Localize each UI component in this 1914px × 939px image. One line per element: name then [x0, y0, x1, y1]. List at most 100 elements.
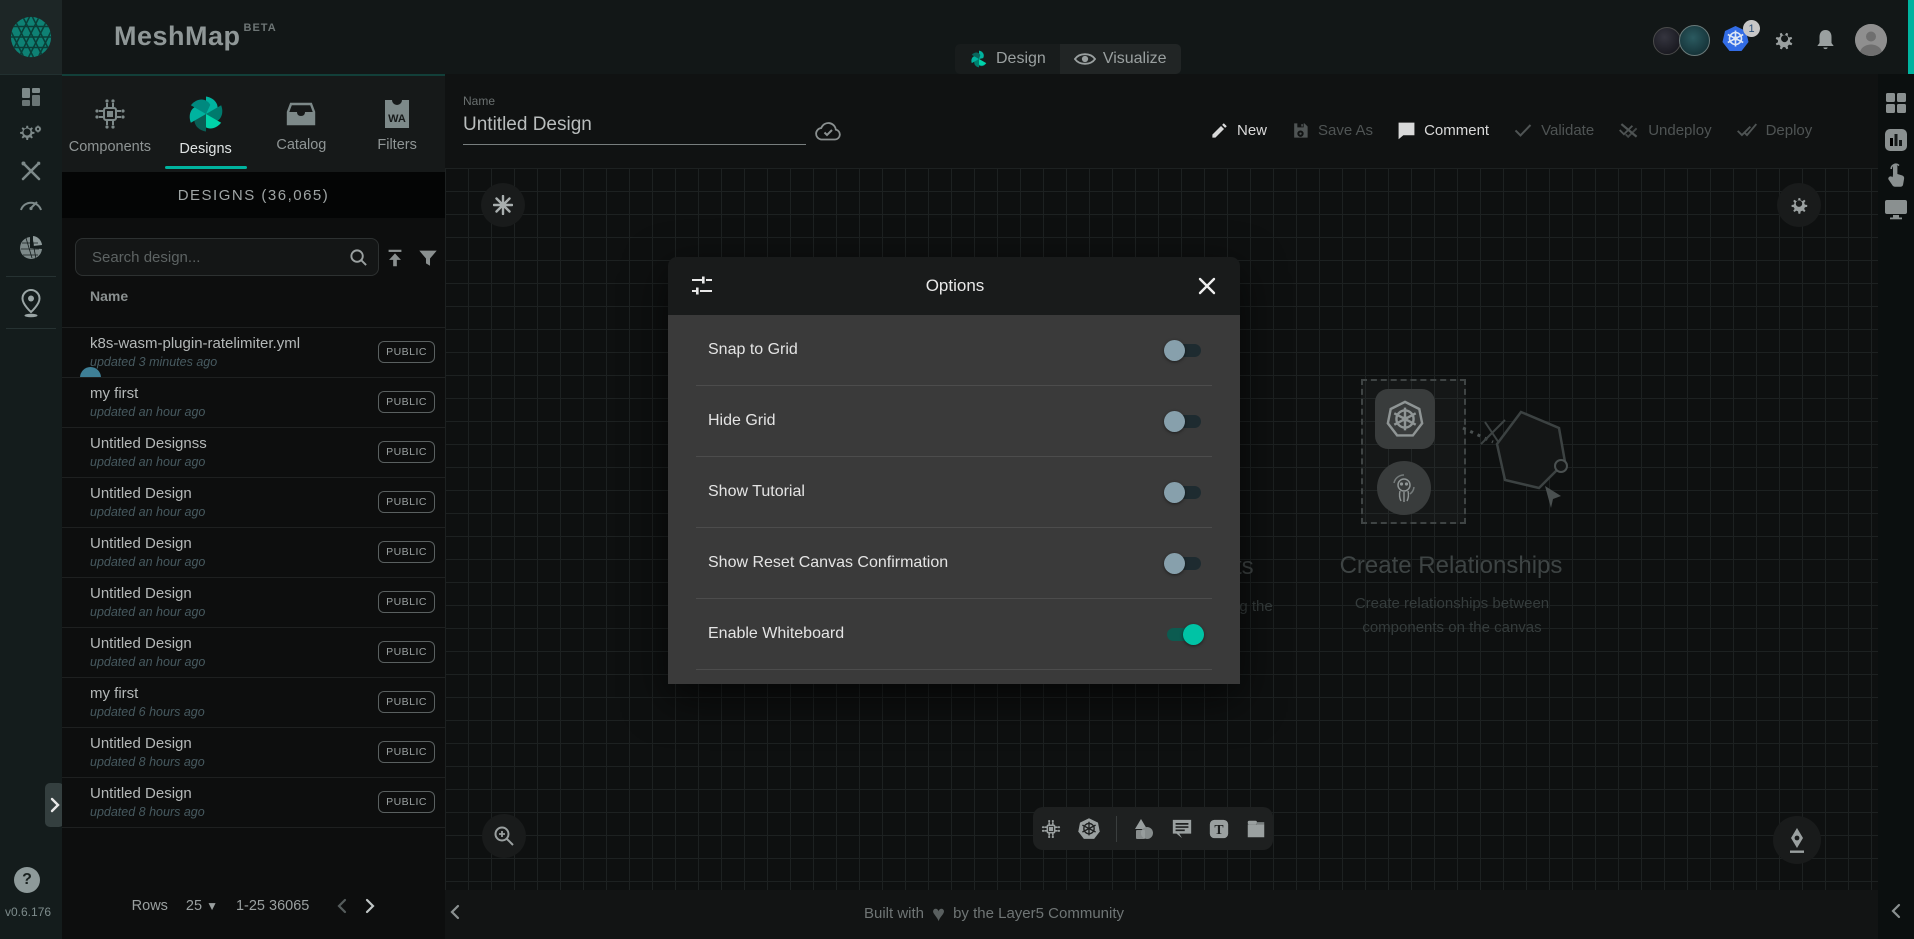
- design-row[interactable]: Untitled Design updated an hour ago PUBL…: [62, 527, 445, 577]
- panel-tabs: Components Designs: [62, 74, 445, 174]
- performance-gauge-icon[interactable]: [0, 195, 62, 213]
- toggle-hide-grid[interactable]: [1164, 411, 1204, 432]
- notifications-bell-icon[interactable]: [1815, 28, 1836, 52]
- design-row[interactable]: Untitled Designss updated an hour ago PU…: [62, 427, 445, 477]
- prev-page-button[interactable]: [337, 898, 347, 914]
- tab-design[interactable]: Design: [955, 44, 1060, 74]
- right-dock-rail: [1878, 74, 1914, 939]
- canvas-footer: Built with ♥ by the Layer5 Community: [445, 890, 1878, 939]
- search-input[interactable]: [90, 248, 349, 267]
- collaborator-avatar-1[interactable]: [1653, 27, 1681, 55]
- dock-text-tool-icon[interactable]: T: [1208, 818, 1230, 840]
- deploy-button[interactable]: Deploy: [1736, 121, 1813, 139]
- next-page-button[interactable]: [365, 898, 375, 914]
- dock-kubernetes-icon[interactable]: [1077, 817, 1101, 841]
- tab-visualize[interactable]: Visualize: [1060, 44, 1181, 74]
- meshsync-node: [1377, 461, 1431, 515]
- footer-collapse-left-icon[interactable]: [449, 903, 461, 921]
- tutorial-body: Create relationships between components …: [1302, 592, 1602, 640]
- design-row[interactable]: Untitled Design updated an hour ago PUBL…: [62, 627, 445, 677]
- tutorial-drop-zone: [1361, 379, 1466, 524]
- help-icon[interactable]: ?: [14, 867, 40, 893]
- canvas-settings-button[interactable]: [1777, 183, 1821, 227]
- option-row-snap-to-grid: Snap to Grid: [696, 315, 1212, 386]
- lifecycle-gears-icon[interactable]: [0, 121, 62, 145]
- design-row[interactable]: Untitled Design updated an hour ago PUBL…: [62, 477, 445, 527]
- monitor-display-icon[interactable]: [1878, 198, 1914, 220]
- tab-designs[interactable]: Designs: [158, 76, 254, 174]
- check-icon: [1513, 122, 1533, 138]
- footer-collapse-right-icon[interactable]: [1878, 902, 1914, 920]
- comment-button[interactable]: Comment: [1397, 121, 1489, 140]
- pen-drawing-button[interactable]: [1773, 816, 1821, 864]
- dock-shapes-icon[interactable]: [1132, 817, 1156, 841]
- visibility-badge: PUBLIC: [378, 441, 435, 463]
- visibility-badge: PUBLIC: [378, 791, 435, 813]
- caret-down-icon: ▼: [206, 899, 218, 913]
- extensions-pie-icon[interactable]: [0, 235, 62, 261]
- design-row[interactable]: Untitled Design updated 8 hours ago PUBL…: [62, 727, 445, 777]
- cloud-saved-icon: [814, 122, 842, 142]
- upload-design-icon[interactable]: [384, 247, 406, 269]
- tab-components[interactable]: Components: [62, 76, 158, 174]
- svg-text:WA: WA: [388, 113, 406, 125]
- visibility-badge: PUBLIC: [378, 591, 435, 613]
- canvas-snowflake-button[interactable]: [481, 183, 525, 227]
- rows-per-page-select[interactable]: 25▼: [186, 898, 218, 914]
- mesh-logo-icon: [8, 14, 54, 60]
- filter-funnel-icon[interactable]: [417, 247, 439, 269]
- kubernetes-node: [1375, 389, 1435, 449]
- visibility-badge: PUBLIC: [378, 491, 435, 513]
- design-row[interactable]: k8s-wasm-plugin-ratelimiter.yml updated …: [62, 327, 445, 377]
- save-as-button[interactable]: Save As: [1291, 121, 1373, 140]
- widgets-grid-icon[interactable]: [1878, 92, 1914, 114]
- pagination-range: 1-25 36065: [236, 898, 309, 914]
- tune-icon: [690, 274, 714, 298]
- configuration-tools-icon[interactable]: [0, 159, 62, 183]
- toggle-enable-whiteboard[interactable]: [1164, 624, 1204, 645]
- new-button[interactable]: New: [1210, 121, 1267, 140]
- save-icon: [1291, 121, 1310, 140]
- pencil-icon: [1210, 121, 1229, 140]
- touch-interactions-icon[interactable]: [1878, 162, 1914, 188]
- settings-gear-icon[interactable]: [1772, 28, 1796, 52]
- layer5-logo[interactable]: [0, 0, 62, 74]
- option-row-hide-grid: Hide Grid: [696, 386, 1212, 457]
- design-row[interactable]: my first updated an hour ago PUBLIC: [62, 377, 445, 427]
- profile-avatar[interactable]: [1855, 24, 1887, 56]
- dialog-title: Options: [714, 276, 1196, 296]
- design-row[interactable]: Untitled Design updated 8 hours ago PUBL…: [62, 777, 445, 828]
- visibility-badge: PUBLIC: [378, 741, 435, 763]
- tab-catalog[interactable]: Catalog: [254, 76, 350, 174]
- toggle-show-tutorial[interactable]: [1164, 482, 1204, 503]
- visibility-badge: PUBLIC: [378, 341, 435, 363]
- comment-icon: [1397, 121, 1416, 140]
- header-bar: MeshMapBETA Design: [0, 0, 1914, 74]
- tab-filters[interactable]: WA Filters: [349, 76, 445, 174]
- visibility-badge: PUBLIC: [378, 641, 435, 663]
- chart-panel-icon[interactable]: [1878, 128, 1914, 152]
- eye-icon: [1074, 51, 1096, 67]
- design-name-input[interactable]: [463, 114, 806, 145]
- design-name-label: Name: [463, 94, 495, 108]
- meshmap-pin-icon[interactable]: [0, 289, 62, 319]
- toggle-snap-to-grid[interactable]: [1164, 340, 1204, 361]
- close-icon[interactable]: [1196, 277, 1218, 295]
- toggle-show-reset-confirmation[interactable]: [1164, 553, 1204, 574]
- undeploy-button[interactable]: Undeploy: [1618, 121, 1711, 139]
- dock-components-icon[interactable]: [1040, 818, 1062, 840]
- options-dialog-body: Snap to Grid Hide Grid Show Tutorial Sho…: [668, 315, 1240, 684]
- design-row[interactable]: my first updated 6 hours ago PUBLIC: [62, 677, 445, 727]
- left-nav-rail: ? v0.6.176: [0, 74, 62, 939]
- collaborator-avatar-2[interactable]: [1679, 25, 1710, 56]
- dock-comment-icon[interactable]: [1171, 818, 1193, 840]
- zoom-in-button[interactable]: [482, 814, 526, 858]
- design-row[interactable]: Untitled Design updated an hour ago PUBL…: [62, 577, 445, 627]
- option-row-enable-whiteboard: Enable Whiteboard: [696, 599, 1212, 670]
- dock-divider: [1116, 816, 1117, 842]
- tutorial-heading: Create Relationships: [1231, 552, 1671, 580]
- dock-image-icon[interactable]: [1245, 818, 1267, 840]
- dashboard-icon[interactable]: [0, 85, 62, 109]
- section-title: DESIGNS (36,065): [62, 172, 445, 218]
- validate-button[interactable]: Validate: [1513, 122, 1594, 139]
